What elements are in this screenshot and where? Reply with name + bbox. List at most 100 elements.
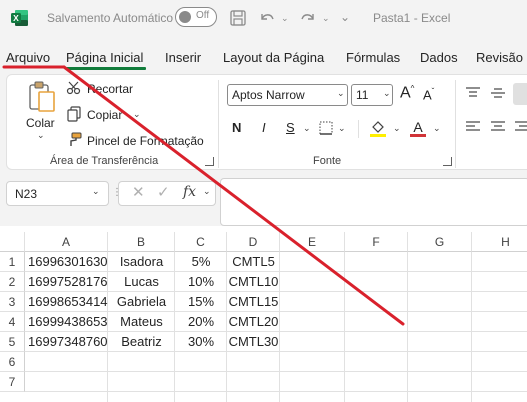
cell-c4[interactable]: 20% (175, 312, 227, 332)
cell-a2[interactable]: 16997528176 (25, 272, 108, 292)
save-icon[interactable] (228, 8, 248, 28)
cell-c1[interactable]: 5% (175, 252, 227, 272)
cell-d4[interactable]: CMTL20 (227, 312, 280, 332)
toggle-state-label: Off (196, 10, 210, 21)
font-dialog-launcher-icon[interactable] (443, 157, 452, 166)
cell-c2[interactable]: 10% (175, 272, 227, 292)
fill-color-icon[interactable] (368, 118, 388, 138)
row-header-4[interactable]: 4 (0, 312, 25, 332)
decrease-font-size-icon[interactable]: Aˇ (423, 87, 434, 102)
cell-a3[interactable]: 16998653414 (25, 292, 108, 312)
column-header-g[interactable]: G (408, 232, 472, 252)
paste-button[interactable]: Colar (26, 116, 55, 130)
cell-c5[interactable]: 30% (175, 332, 227, 352)
ribbon-group-separator (218, 80, 219, 168)
tab-revisao[interactable]: Revisão (476, 50, 523, 65)
row-header-2[interactable]: 2 (0, 272, 25, 292)
underline-button[interactable]: S (286, 120, 295, 135)
font-color-icon[interactable]: A (408, 118, 428, 138)
tab-inserir[interactable]: Inserir (165, 50, 201, 65)
name-box-value: N23 (15, 187, 38, 201)
row-header-6[interactable]: 6 (0, 352, 25, 372)
paste-dropdown-chevron-icon[interactable]: ⌄ (37, 130, 45, 141)
column-header-c[interactable]: C (175, 232, 227, 252)
scissors-icon (66, 81, 81, 95)
function-dropdown-chevron-icon[interactable]: ⌄ (203, 186, 211, 197)
borders-dropdown-chevron-icon[interactable]: ⌄ (338, 123, 346, 134)
format-painter-button[interactable]: Pincel de Formatação (87, 134, 204, 148)
align-center-icon[interactable] (490, 120, 506, 134)
row-header-3[interactable]: 3 (0, 292, 25, 312)
column-gridline (471, 252, 472, 402)
column-header-b[interactable]: B (108, 232, 175, 252)
excel-logo-icon: X (11, 10, 28, 26)
column-header-d[interactable]: D (227, 232, 280, 252)
redo-icon[interactable] (298, 8, 318, 28)
align-middle-icon[interactable] (490, 86, 506, 100)
cell-b1[interactable]: Isadora (108, 252, 175, 272)
font-size-value: 11 (356, 88, 369, 102)
underline-dropdown-chevron-icon[interactable]: ⌄ (303, 123, 311, 134)
font-color-chevron-icon[interactable]: ⌄ (433, 123, 441, 134)
name-box-chevron-icon[interactable]: ⌄ (92, 186, 100, 197)
enter-icon[interactable]: ✓ (157, 183, 170, 201)
cell-b3[interactable]: Gabriela (108, 292, 175, 312)
borders-icon[interactable] (318, 120, 334, 136)
tab-pagina-inicial[interactable]: Página Inicial (66, 50, 143, 65)
column-header-h[interactable]: H (472, 232, 527, 252)
cell-d5[interactable]: CMTL30 (227, 332, 280, 352)
cancel-icon[interactable]: ✕ (132, 183, 145, 201)
redo-dropdown-chevron-icon[interactable]: ⌄ (322, 13, 330, 24)
cell-b4[interactable]: Mateus (108, 312, 175, 332)
cell-b2[interactable]: Lucas (108, 272, 175, 292)
align-left-icon[interactable] (465, 120, 481, 134)
paste-icon[interactable] (27, 80, 57, 114)
font-group-label: Fonte (313, 155, 342, 167)
column-header-f[interactable]: F (345, 232, 408, 252)
tab-formulas[interactable]: Fórmulas (346, 50, 400, 65)
row-gridline (25, 371, 527, 372)
italic-button[interactable]: I (262, 120, 266, 135)
cell-d2[interactable]: CMTL10 (227, 272, 280, 292)
clipboard-dialog-launcher-icon[interactable] (205, 157, 214, 166)
cell-a1[interactable]: 16996301630 (25, 252, 108, 272)
align-bottom-button[interactable] (513, 83, 527, 105)
bold-button[interactable]: N (232, 120, 241, 135)
tab-dados[interactable]: Dados (420, 50, 458, 65)
copy-dropdown-chevron-icon[interactable]: ⌄ (133, 109, 141, 120)
customize-toolbar-icon[interactable]: ⌄ (340, 10, 350, 24)
row-gridline (25, 391, 527, 392)
cell-d3[interactable]: CMTL15 (227, 292, 280, 312)
ribbon-group-separator (455, 80, 456, 168)
column-header-e[interactable]: E (280, 232, 345, 252)
cell-a5[interactable]: 16997348760 (25, 332, 108, 352)
cell-b5[interactable]: Beatriz (108, 332, 175, 352)
formula-input[interactable] (220, 178, 527, 226)
row-header-7[interactable]: 7 (0, 372, 25, 392)
tab-arquivo[interactable]: Arquivo (6, 50, 50, 65)
row-header-1[interactable]: 1 (0, 252, 25, 272)
font-name-select[interactable]: Aptos Narrow (227, 84, 348, 106)
fill-color-chevron-icon[interactable]: ⌄ (393, 123, 401, 134)
autosave-toggle[interactable]: Off (175, 7, 217, 27)
cut-button[interactable]: Recortar (87, 82, 133, 96)
tab-layout-da-pagina[interactable]: Layout da Página (223, 50, 324, 65)
column-header-a[interactable]: A (25, 232, 108, 252)
increase-font-size-icon[interactable]: A^ (400, 84, 414, 102)
copy-button[interactable]: Copiar (87, 108, 122, 122)
autosave-label: Salvamento Automático (47, 11, 174, 25)
font-size-chevron-icon[interactable]: ⌄ (383, 88, 391, 99)
cell-d1[interactable]: CMTL5 (227, 252, 280, 272)
select-all-corner[interactable] (0, 232, 25, 252)
column-gridline (407, 252, 408, 402)
svg-text:A: A (413, 119, 423, 135)
font-name-chevron-icon[interactable]: ⌄ (337, 88, 345, 99)
undo-icon[interactable] (257, 8, 277, 28)
row-header-5[interactable]: 5 (0, 332, 25, 352)
cell-c3[interactable]: 15% (175, 292, 227, 312)
cell-a4[interactable]: 16999438653 (25, 312, 108, 332)
align-right-icon[interactable] (514, 120, 527, 134)
undo-dropdown-chevron-icon[interactable]: ⌄ (281, 13, 289, 24)
insert-function-button[interactable]: fx (183, 184, 196, 200)
align-top-icon[interactable] (465, 86, 481, 100)
